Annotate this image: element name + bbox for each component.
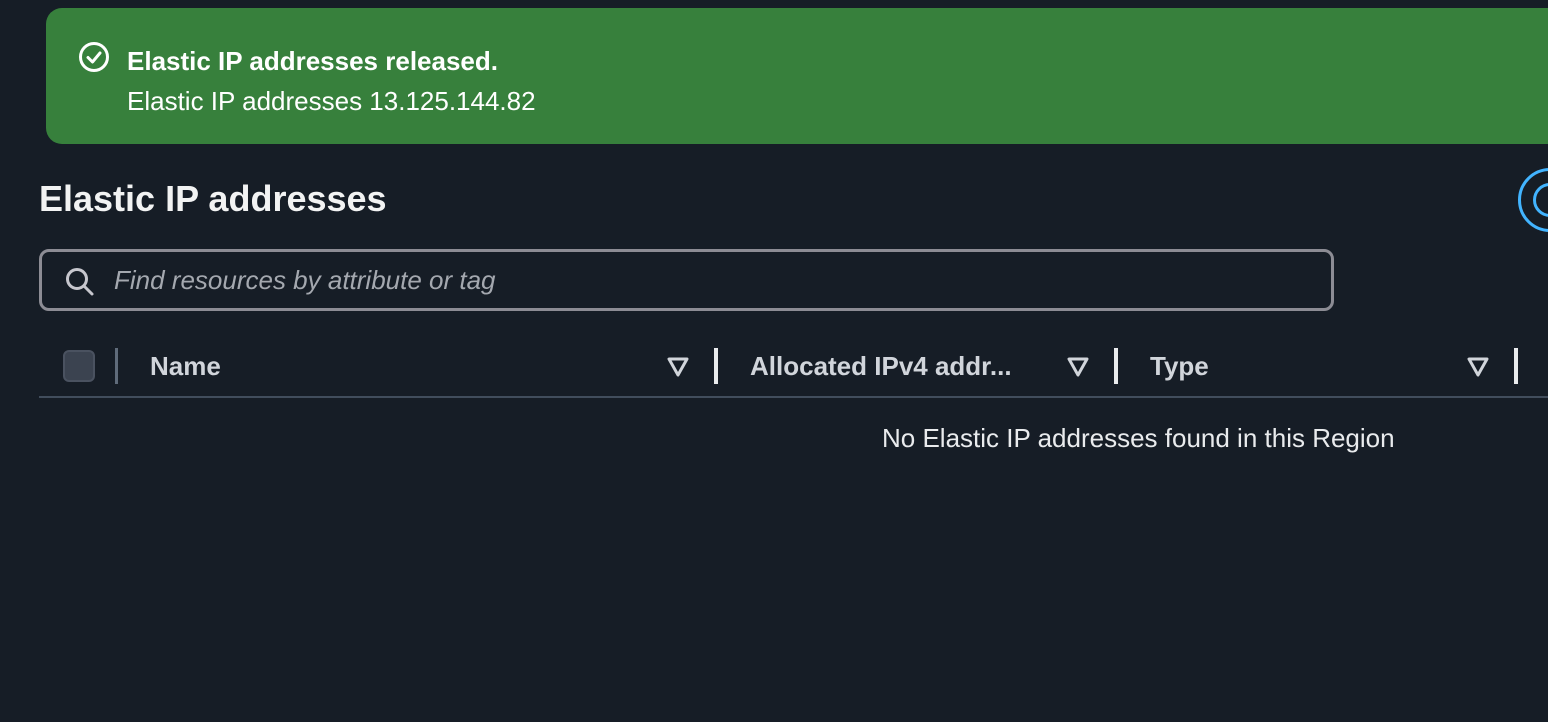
refresh-button[interactable] — [1518, 168, 1548, 232]
column-header-name[interactable]: Name — [150, 351, 221, 382]
flash-title: Elastic IP addresses released. — [127, 46, 498, 76]
flash-message: Elastic IP addresses 13.125.144.82 — [127, 86, 536, 116]
column-header-type[interactable]: Type — [1150, 351, 1209, 382]
column-header-allocated-ipv4[interactable]: Allocated IPv4 addr... — [750, 351, 1012, 382]
success-flashbar: Elastic IP addresses released. Elastic I… — [46, 8, 1548, 144]
column-resizer[interactable] — [1514, 348, 1518, 384]
search-box[interactable] — [39, 249, 1334, 311]
sort-caret-down-icon[interactable] — [1066, 356, 1090, 378]
column-divider — [115, 348, 118, 384]
column-resizer[interactable] — [714, 348, 718, 384]
page-title: Elastic IP addresses — [39, 178, 387, 219]
search-input[interactable] — [114, 258, 1314, 302]
check-circle-icon — [79, 42, 109, 72]
select-all-checkbox[interactable] — [63, 350, 95, 382]
table-empty-message: No Elastic IP addresses found in this Re… — [882, 423, 1395, 453]
sort-caret-down-icon[interactable] — [666, 356, 690, 378]
column-resizer[interactable] — [1114, 348, 1118, 384]
search-icon — [66, 268, 94, 296]
sort-caret-down-icon[interactable] — [1466, 356, 1490, 378]
table-header: Name Allocated IPv4 addr... Type — [39, 338, 1548, 398]
refresh-icon — [1533, 183, 1548, 217]
